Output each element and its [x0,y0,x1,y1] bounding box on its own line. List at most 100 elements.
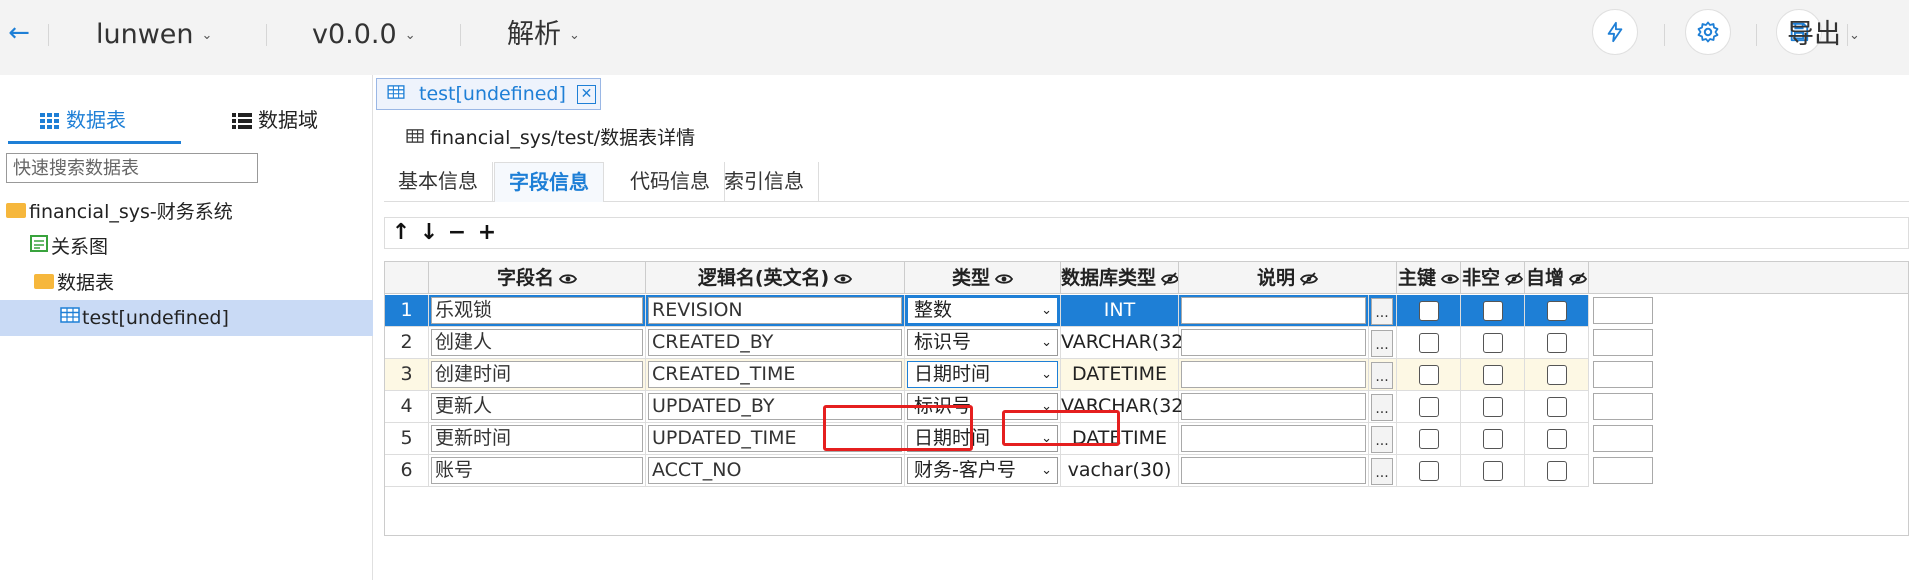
auto-increment-checkbox[interactable] [1546,365,1567,385]
col-header-field-name[interactable]: 字段名 [429,262,646,294]
not-null-checkbox[interactable] [1482,333,1503,353]
col-header-not-null[interactable]: 非空 [1461,262,1525,294]
extra-input[interactable] [1593,361,1653,388]
type-select[interactable]: 整数 ⌄ [907,297,1058,324]
primary-key-checkbox[interactable] [1418,397,1439,417]
tree-node-diagram[interactable]: 关系图 [30,231,108,263]
more-button[interactable]: ... [1371,394,1393,421]
auto-increment-checkbox[interactable] [1546,461,1567,481]
extra-input[interactable] [1593,393,1653,420]
primary-key-checkbox[interactable] [1418,365,1439,385]
description-input[interactable] [1181,425,1366,452]
db-type-cell[interactable]: DATETIME [1061,359,1179,391]
more-button[interactable]: ... [1371,298,1393,325]
primary-key-checkbox[interactable] [1418,461,1439,481]
description-input[interactable] [1181,361,1366,388]
back-arrow-icon[interactable]: ← [4,18,34,48]
more-button[interactable]: ... [1371,362,1393,389]
db-type-cell[interactable]: vachar(30) [1061,455,1179,487]
col-header-logic-name[interactable]: 逻辑名(英文名) [646,262,905,294]
col-header-type[interactable]: 类型 [905,262,1061,294]
more-button[interactable]: ... [1371,330,1393,357]
table-search-input[interactable] [6,153,258,183]
col-header-auto-increment[interactable]: 自增 [1525,262,1589,294]
db-type-cell[interactable]: VARCHAR(32) [1061,327,1191,359]
not-null-checkbox[interactable] [1482,429,1503,449]
project-dropdown[interactable]: lunwen ⌄ [96,18,212,52]
eye-slash-icon[interactable] [1300,271,1318,286]
type-select[interactable]: 财务-客户号 ⌄ [907,457,1058,484]
col-header-primary-key[interactable]: 主键 [1397,262,1461,294]
tab-field-info[interactable]: 字段信息 [494,162,604,202]
primary-key-checkbox[interactable] [1418,333,1439,353]
tab-domains[interactable]: 数据域 [232,103,318,137]
eye-slash-icon[interactable] [1505,271,1523,286]
table-row[interactable]: 2 创建人 CREATED_BY 标识号 ⌄ VARCHAR(32)... [385,327,1908,359]
extra-input[interactable] [1593,297,1653,324]
not-null-checkbox[interactable] [1482,301,1503,321]
tree-node-root[interactable]: financial_sys-财务系统 [6,196,233,228]
field-name-input[interactable]: 创建人 [431,329,643,356]
field-name-input[interactable]: 创建时间 [431,361,643,388]
eye-icon[interactable] [1441,273,1459,285]
tab-basic-info[interactable]: 基本信息 [384,162,493,202]
field-name-input[interactable]: 更新人 [431,393,643,420]
logic-name-input[interactable]: ACCT_NO [648,457,902,484]
eye-icon[interactable] [834,273,853,285]
version-dropdown[interactable]: v0.0.0 ⌄ [312,18,416,52]
auto-increment-checkbox[interactable] [1546,333,1567,353]
extra-input[interactable] [1593,425,1653,452]
primary-key-checkbox[interactable] [1418,301,1439,321]
not-null-checkbox[interactable] [1482,365,1503,385]
tab-index-info[interactable]: 索引信息 [710,162,819,202]
file-tab[interactable]: test[undefined] ✕ [376,78,601,110]
logic-name-input[interactable]: CREATED_BY [648,329,902,356]
eye-icon[interactable] [559,273,577,285]
extra-input[interactable] [1593,457,1653,484]
description-input[interactable] [1181,457,1366,484]
col-header-description[interactable]: 说明 [1179,262,1397,294]
tree-node-test-table[interactable]: test[undefined] [60,302,229,334]
analyze-dropdown[interactable]: 解析 ⌄ [507,18,580,52]
eye-slash-icon[interactable] [1569,271,1587,286]
db-type-cell[interactable]: INT [1061,295,1179,327]
eye-slash-icon[interactable] [1161,271,1179,286]
more-button[interactable]: ... [1371,458,1393,485]
table-row[interactable]: 1 乐观锁 REVISION 整数 ⌄ INT... [385,295,1908,327]
logic-name-input[interactable]: CREATED_TIME [648,361,902,388]
field-name-input[interactable]: 乐观锁 [431,297,643,324]
extra-input[interactable] [1593,329,1653,356]
field-name-input[interactable]: 账号 [431,457,643,484]
table-row[interactable]: 4 更新人 UPDATED_BY 标识号 ⌄ VARCHAR(32)... [385,391,1908,423]
type-select[interactable]: 标识号 ⌄ [907,329,1058,356]
auto-increment-checkbox[interactable] [1546,301,1567,321]
eye-icon[interactable] [995,273,1013,285]
primary-key-checkbox[interactable] [1418,429,1439,449]
description-input[interactable] [1181,329,1366,356]
not-null-checkbox[interactable] [1482,461,1503,481]
add-icon[interactable]: + [473,218,501,248]
close-icon[interactable]: ✕ [577,85,596,104]
tab-tables[interactable]: 数据表 [40,103,126,137]
description-input[interactable] [1181,297,1366,324]
lightning-button[interactable] [1592,9,1638,55]
more-button[interactable]: ... [1371,426,1393,453]
description-input[interactable] [1181,393,1366,420]
col-header-db-type[interactable]: 数据库类型 [1061,262,1179,294]
not-null-checkbox[interactable] [1482,397,1503,417]
auto-increment-checkbox[interactable] [1546,397,1567,417]
move-up-icon[interactable]: ↑ [387,218,415,248]
table-row[interactable]: 6 账号 ACCT_NO 财务-客户号 ⌄ vachar(30)... [385,455,1908,487]
field-name-input[interactable]: 更新时间 [431,425,643,452]
auto-increment-checkbox[interactable] [1546,429,1567,449]
table-row[interactable]: 5 更新时间 UPDATED_TIME 日期时间 ⌄ DATETIME... [385,423,1908,455]
table-row[interactable]: 3 创建时间 CREATED_TIME 日期时间 ⌄ DATETIME... [385,359,1908,391]
remove-icon[interactable]: − [443,218,471,248]
settings-button[interactable] [1685,9,1731,55]
type-select[interactable]: 日期时间 ⌄ [907,361,1058,388]
tree-node-tables-folder[interactable]: 数据表 [34,267,114,299]
export-dropdown[interactable]: 导出 ⌄ [1787,18,1860,52]
tab-code-info[interactable]: 代码信息 [616,162,725,202]
logic-name-input[interactable]: REVISION [648,297,902,324]
move-down-icon[interactable]: ↓ [415,218,443,248]
